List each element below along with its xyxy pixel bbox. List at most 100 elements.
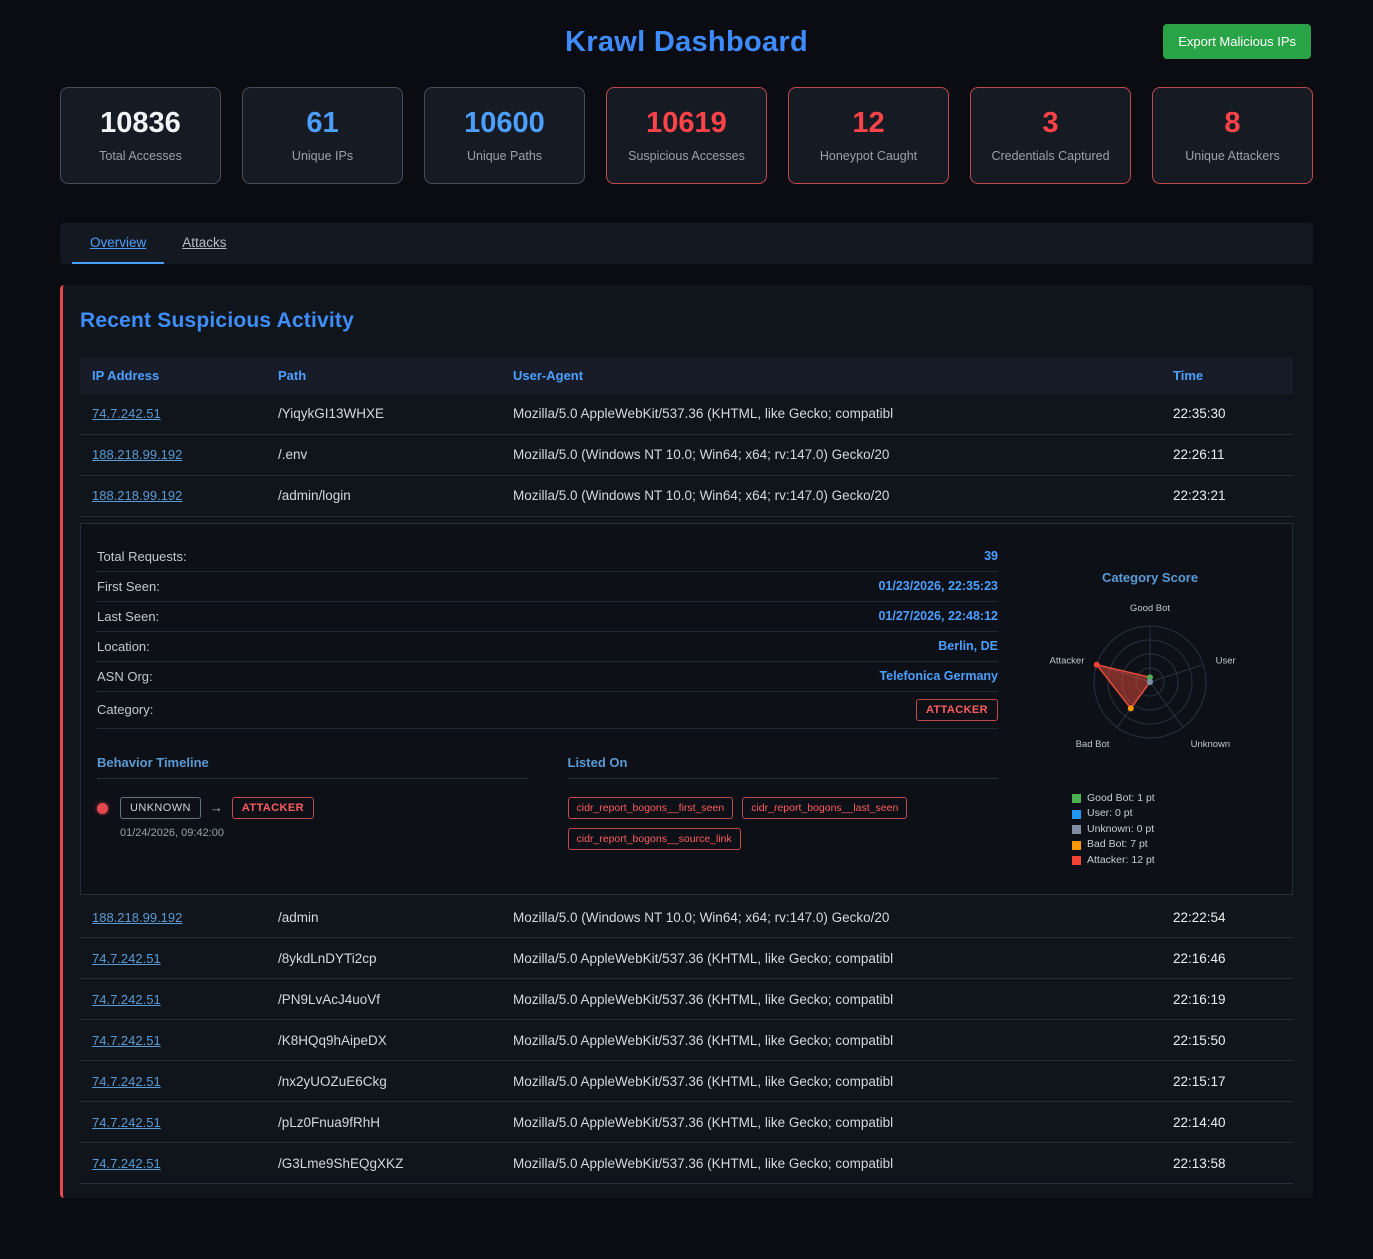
- suspicious-activity-panel: Recent Suspicious Activity IP Address Pa…: [60, 285, 1313, 1199]
- table-row[interactable]: 74.7.242.51 /nx2yUOZuE6Ckg Mozilla/5.0 A…: [80, 1061, 1293, 1102]
- path-cell: /8ykdLnDYTi2cp: [278, 951, 513, 966]
- detail-field-row: Category: ATTACKER: [97, 692, 998, 729]
- user-agent-cell: Mozilla/5.0 AppleWebKit/537.36 (KHTML, l…: [513, 992, 1173, 1007]
- path-cell: /G3Lme9ShEQgXKZ: [278, 1156, 513, 1171]
- blocklist-badge[interactable]: cidr_report_bogons__source_link: [568, 828, 741, 850]
- time-cell: 22:23:21: [1173, 488, 1281, 503]
- listed-on-title: Listed On: [568, 755, 999, 779]
- legend-label: Good Bot: 1 pt: [1087, 791, 1155, 807]
- timeline-dot-icon: [97, 803, 108, 814]
- user-agent-cell: Mozilla/5.0 AppleWebKit/537.36 (KHTML, l…: [513, 406, 1173, 421]
- tab[interactable]: Attacks: [164, 223, 244, 264]
- detail-field-row: Location: Berlin, DE: [97, 632, 998, 662]
- export-malicious-ips-button[interactable]: Export Malicious IPs: [1163, 24, 1311, 59]
- field-label: Total Requests:: [97, 549, 187, 564]
- table-row[interactable]: 188.218.99.192 /admin Mozilla/5.0 (Windo…: [80, 897, 1293, 938]
- legend-swatch-icon: [1072, 794, 1081, 803]
- col-header-ip: IP Address: [92, 368, 278, 383]
- ip-link[interactable]: 188.218.99.192: [92, 488, 182, 503]
- col-header-time: Time: [1173, 368, 1281, 383]
- field-value: 39: [984, 549, 998, 563]
- ip-link[interactable]: 188.218.99.192: [92, 910, 182, 925]
- user-agent-cell: Mozilla/5.0 AppleWebKit/537.36 (KHTML, l…: [513, 951, 1173, 966]
- time-cell: 22:16:46: [1173, 951, 1281, 966]
- table-row[interactable]: 188.218.99.192 /admin/login Mozilla/5.0 …: [80, 476, 1293, 517]
- user-agent-cell: Mozilla/5.0 (Windows NT 10.0; Win64; x64…: [513, 488, 1173, 503]
- detail-field-row: First Seen: 01/23/2026, 22:35:23: [97, 572, 998, 602]
- blocklist-badge[interactable]: cidr_report_bogons__last_seen: [742, 797, 907, 819]
- path-cell: /.env: [278, 447, 513, 462]
- detail-sections: Behavior Timeline UNKNOWN → ATTACKER: [97, 755, 998, 850]
- table-row[interactable]: 74.7.242.51 /YiqykGI13WHXE Mozilla/5.0 A…: [80, 394, 1293, 435]
- user-agent-cell: Mozilla/5.0 AppleWebKit/537.36 (KHTML, l…: [513, 1115, 1173, 1130]
- field-label: Last Seen:: [97, 609, 159, 624]
- stat-value: 8: [1163, 106, 1302, 141]
- stat-card: 12 Honeypot Caught: [788, 87, 949, 184]
- tab-bar: Overview Attacks: [60, 223, 1313, 264]
- stat-card: 10619 Suspicious Accesses: [606, 87, 767, 184]
- path-cell: /YiqykGI13WHXE: [278, 406, 513, 421]
- stat-value: 3: [981, 106, 1120, 141]
- stat-value: 12: [799, 106, 938, 141]
- radar-chart-title: Category Score: [1102, 570, 1198, 585]
- user-agent-cell: Mozilla/5.0 AppleWebKit/537.36 (KHTML, l…: [513, 1033, 1173, 1048]
- path-cell: /admin/login: [278, 488, 513, 503]
- field-value: Berlin, DE: [938, 639, 998, 653]
- ip-link[interactable]: 188.218.99.192: [92, 447, 182, 462]
- stat-card: 10836 Total Accesses: [60, 87, 221, 184]
- legend-swatch-icon: [1072, 825, 1081, 834]
- stat-card: 61 Unique IPs: [242, 87, 403, 184]
- field-label: First Seen:: [97, 579, 160, 594]
- svg-text:Good Bot: Good Bot: [1130, 603, 1170, 614]
- table-row[interactable]: 74.7.242.51 /8ykdLnDYTi2cp Mozilla/5.0 A…: [80, 938, 1293, 979]
- stat-label: Honeypot Caught: [799, 149, 938, 163]
- stat-value: 61: [253, 106, 392, 141]
- stat-label: Credentials Captured: [981, 149, 1120, 163]
- ip-link[interactable]: 74.7.242.51: [92, 1033, 161, 1048]
- time-cell: 22:22:54: [1173, 910, 1281, 925]
- category-badge-attacker: ATTACKER: [232, 797, 314, 819]
- ip-link[interactable]: 74.7.242.51: [92, 1074, 161, 1089]
- table-row[interactable]: 74.7.242.51 /K8HQq9hAipeDX Mozilla/5.0 A…: [80, 1020, 1293, 1061]
- table-row[interactable]: 74.7.242.51 /PN9LvAcJ4uoVf Mozilla/5.0 A…: [80, 979, 1293, 1020]
- table-row[interactable]: 74.7.242.51 /G3Lme9ShEQgXKZ Mozilla/5.0 …: [80, 1143, 1293, 1184]
- field-value: ATTACKER: [916, 699, 998, 721]
- detail-field-row: Last Seen: 01/27/2026, 22:48:12: [97, 602, 998, 632]
- time-cell: 22:15:50: [1173, 1033, 1281, 1048]
- legend-label: Unknown: 0 pt: [1087, 822, 1154, 838]
- stat-label: Unique Attackers: [1163, 149, 1302, 163]
- field-value: 01/27/2026, 22:48:12: [878, 609, 998, 623]
- tab[interactable]: Overview: [72, 223, 164, 264]
- user-agent-cell: Mozilla/5.0 (Windows NT 10.0; Win64; x64…: [513, 447, 1173, 462]
- table-rows-bottom: 188.218.99.192 /admin Mozilla/5.0 (Windo…: [80, 897, 1293, 1184]
- stat-label: Total Accesses: [71, 149, 210, 163]
- ip-link[interactable]: 74.7.242.51: [92, 951, 161, 966]
- col-header-user-agent: User-Agent: [513, 368, 1173, 383]
- timeline-transition: UNKNOWN → ATTACKER: [120, 797, 314, 819]
- ip-detail-panel: Total Requests: 39 First Seen: 01/23/202…: [80, 523, 1293, 896]
- category-score-section: Category Score Good BotUserUnknownBad Bo…: [1024, 542, 1276, 869]
- stats-row: 10836 Total Accesses 61 Unique IPs 10600…: [60, 87, 1313, 184]
- detail-fields: Total Requests: 39 First Seen: 01/23/202…: [97, 542, 998, 729]
- arrow-right-icon: →: [210, 800, 223, 815]
- time-cell: 22:16:19: [1173, 992, 1281, 1007]
- path-cell: /nx2yUOZuE6Ckg: [278, 1074, 513, 1089]
- ip-link[interactable]: 74.7.242.51: [92, 1156, 161, 1171]
- table-row[interactable]: 74.7.242.51 /pLz0Fnua9fRhH Mozilla/5.0 A…: [80, 1102, 1293, 1143]
- stat-label: Unique IPs: [253, 149, 392, 163]
- field-label: ASN Org:: [97, 669, 153, 684]
- ip-link[interactable]: 74.7.242.51: [92, 406, 161, 421]
- stat-value: 10619: [617, 106, 756, 141]
- ip-link[interactable]: 74.7.242.51: [92, 1115, 161, 1130]
- table-row[interactable]: 188.218.99.192 /.env Mozilla/5.0 (Window…: [80, 435, 1293, 476]
- path-cell: /admin: [278, 910, 513, 925]
- table-rows-top: 74.7.242.51 /YiqykGI13WHXE Mozilla/5.0 A…: [80, 394, 1293, 517]
- timeline-event: UNKNOWN → ATTACKER 01/24/2026, 09:42:00: [97, 797, 528, 839]
- behavior-timeline-title: Behavior Timeline: [97, 755, 528, 779]
- ip-link[interactable]: 74.7.242.51: [92, 992, 161, 1007]
- legend-item: Bad Bot: 7 pt: [1072, 837, 1155, 853]
- legend-label: Attacker: 12 pt: [1087, 853, 1155, 869]
- svg-text:User: User: [1216, 655, 1236, 666]
- blocklist-badge[interactable]: cidr_report_bogons__first_seen: [568, 797, 734, 819]
- stat-card: 10600 Unique Paths: [424, 87, 585, 184]
